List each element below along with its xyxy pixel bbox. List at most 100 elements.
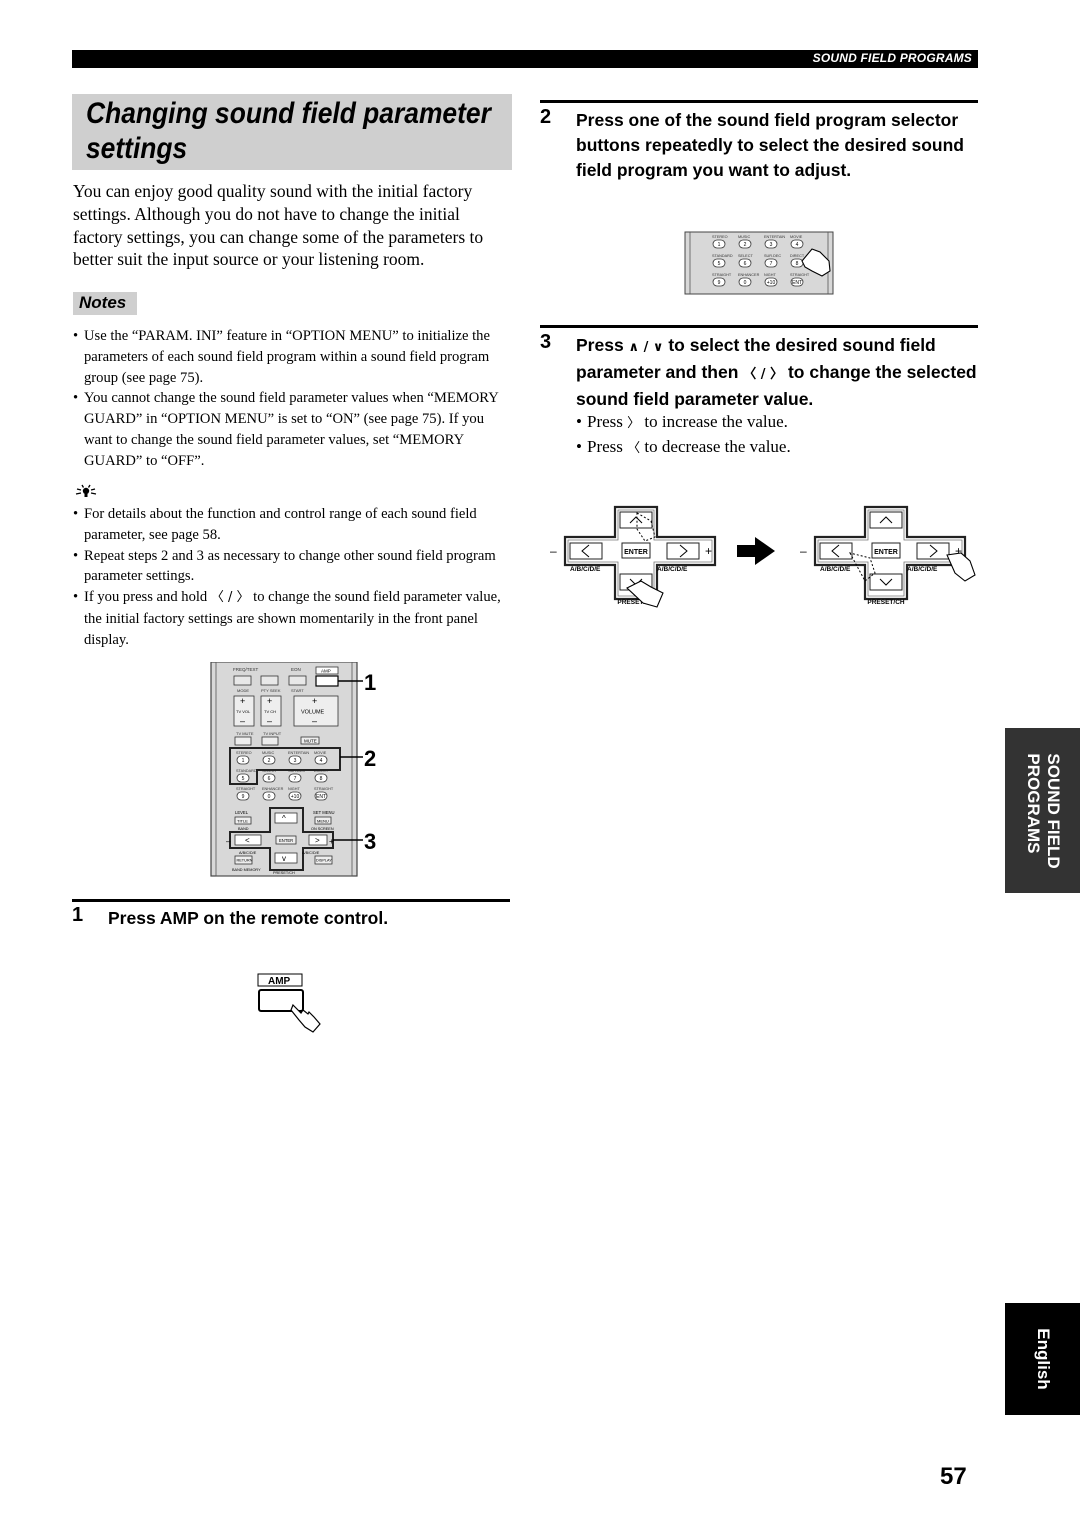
svg-text:PRESET/CH: PRESET/CH bbox=[867, 599, 905, 606]
step-2-number: 2 bbox=[540, 106, 552, 128]
program-key-label: ENT bbox=[316, 794, 326, 800]
left-button[interactable] bbox=[819, 542, 853, 560]
amp-button[interactable] bbox=[315, 675, 339, 687]
svg-text:DISPLAY: DISPLAY bbox=[316, 859, 332, 863]
amp-button-illustration: AMP bbox=[257, 973, 321, 1033]
program-key-label: 0 bbox=[744, 280, 747, 286]
remote-down-button[interactable] bbox=[274, 852, 298, 864]
svg-text:ENTER: ENTER bbox=[874, 549, 898, 556]
step-3-text: Press ∧ / ∨ to select the desired sound … bbox=[576, 335, 977, 409]
svg-text:ON SCREEN: ON SCREEN bbox=[311, 827, 334, 831]
step-3-number: 3 bbox=[540, 331, 552, 353]
svg-text:^: ^ bbox=[282, 814, 286, 823]
program-label: STEREO bbox=[712, 235, 728, 239]
program-label: STEREO bbox=[236, 751, 252, 755]
svg-text:–: – bbox=[550, 544, 557, 558]
amp-label: AMP bbox=[321, 669, 331, 674]
arrow-right-icon bbox=[737, 537, 775, 565]
program-key-label: +10 bbox=[767, 280, 776, 286]
side-tab-language[interactable]: English bbox=[1005, 1303, 1080, 1415]
up-down-chevron-icon: ∧ / ∨ bbox=[628, 340, 664, 355]
tips-list: For details about the function and contr… bbox=[73, 504, 513, 651]
page-number: 57 bbox=[940, 1463, 967, 1490]
forward-button[interactable] bbox=[288, 675, 307, 686]
notes-heading: Notes bbox=[73, 292, 137, 315]
right-button[interactable] bbox=[916, 542, 950, 560]
right-chevron-icon: 〉 bbox=[627, 416, 641, 431]
up-button[interactable] bbox=[869, 511, 903, 529]
intro-paragraph: You can enjoy good quality sound with th… bbox=[73, 181, 484, 270]
stop-button[interactable] bbox=[260, 675, 279, 686]
svg-text:BAND MEMORY: BAND MEMORY bbox=[232, 868, 261, 872]
program-key-label: 1 bbox=[718, 242, 721, 248]
program-key-label: ENT bbox=[792, 280, 802, 286]
program-key-label: 7 bbox=[770, 261, 773, 267]
bullet-increase: Press 〉 to increase the value. bbox=[576, 410, 976, 435]
program-key-label: 9 bbox=[718, 280, 721, 286]
svg-text:+: + bbox=[312, 696, 317, 706]
program-key-label: 3 bbox=[294, 758, 297, 764]
program-key-label: +10 bbox=[291, 794, 300, 800]
step-2-rule bbox=[540, 100, 978, 103]
remote-up-button[interactable] bbox=[274, 812, 298, 824]
svg-text:MENU: MENU bbox=[317, 819, 329, 824]
step-3-rule bbox=[540, 325, 978, 328]
svg-text:MODE: MODE bbox=[237, 688, 249, 693]
program-label: ENTERTAIN bbox=[288, 751, 309, 755]
up-button[interactable] bbox=[619, 511, 653, 529]
svg-text:A/B/C/D/E: A/B/C/D/E bbox=[907, 566, 938, 573]
program-label: ENTERTAIN bbox=[764, 235, 785, 239]
program-key-label: 2 bbox=[268, 758, 271, 764]
svg-text:–: – bbox=[240, 716, 245, 726]
svg-text:TV CH: TV CH bbox=[264, 709, 276, 714]
step-1-rule bbox=[72, 899, 510, 902]
program-label: STANDARD bbox=[236, 769, 257, 773]
svg-text:ENTER: ENTER bbox=[279, 838, 293, 843]
page-title-line-2: settings bbox=[86, 132, 188, 165]
program-label: STRAIGHT bbox=[314, 787, 334, 791]
program-label: STRAIGHT bbox=[712, 273, 732, 277]
section-header-bar: SOUND FIELD PROGRAMS bbox=[72, 50, 978, 68]
program-label: SELECT bbox=[738, 254, 753, 258]
svg-text:RETURN: RETURN bbox=[237, 859, 253, 863]
svg-text:–: – bbox=[800, 544, 807, 558]
callout-2: 2 bbox=[364, 746, 376, 771]
program-key-label: 6 bbox=[268, 776, 271, 782]
svg-text:ENTER: ENTER bbox=[624, 549, 648, 556]
pressing-hand-icon bbox=[946, 552, 976, 582]
right-button[interactable] bbox=[666, 542, 700, 560]
program-key-label: 7 bbox=[294, 776, 297, 782]
program-key-label: 5 bbox=[242, 776, 245, 782]
left-right-chevron-icon: 〈 / 〉 bbox=[743, 367, 784, 382]
program-key-label: 4 bbox=[320, 758, 323, 764]
notes-list: Use the “PARAM. INI” feature in “OPTION … bbox=[73, 326, 513, 472]
cursor-pad-illustration: ENTER – + A/B/C/D/E A/B/C/D/E PRESET/CH ENTER… bbox=[550, 505, 976, 608]
program-key-label: 3 bbox=[770, 242, 773, 248]
svg-text:A/B/C/D/E: A/B/C/D/E bbox=[239, 851, 257, 855]
svg-text:–: – bbox=[226, 837, 231, 846]
rewind-button[interactable] bbox=[233, 675, 252, 686]
program-label: ENHANCER bbox=[262, 787, 284, 791]
note-item: Use the “PARAM. INI” feature in “OPTION … bbox=[73, 326, 513, 388]
amp-button-label: AMP bbox=[268, 976, 291, 987]
remote-control-illustration: FREQ/TEXT EON AMP 1 MODE PTY SEEK START … bbox=[210, 662, 376, 877]
left-right-chevron-icon: 〈 / 〉 bbox=[210, 590, 250, 606]
svg-text:TV VOL: TV VOL bbox=[236, 709, 251, 714]
program-label: MUSIC bbox=[738, 235, 750, 239]
svg-text:TV INPUT: TV INPUT bbox=[263, 731, 282, 736]
side-tab-sound-field-programs[interactable]: SOUND FIELD PROGRAMS bbox=[1005, 728, 1080, 893]
pressing-hand-icon bbox=[290, 1003, 321, 1033]
program-label: DIRECT bbox=[790, 254, 805, 258]
down-button[interactable] bbox=[869, 573, 903, 591]
svg-text:–: – bbox=[312, 716, 317, 726]
program-label: MUSIC bbox=[262, 751, 274, 755]
step-3-bullets: Press 〉 to increase the value. Press 〈 t… bbox=[576, 410, 976, 460]
svg-text:TV MUTE: TV MUTE bbox=[236, 731, 254, 736]
svg-text:+: + bbox=[240, 696, 245, 706]
svg-text:START: START bbox=[291, 688, 304, 693]
program-label: SUR.DEC bbox=[764, 254, 781, 258]
left-button[interactable] bbox=[569, 542, 603, 560]
program-selector-illustration: STEREO 1 MUSIC 2 ENTERTAIN 3 MOVIE 4 STANDARD 5 SE… bbox=[684, 231, 834, 295]
svg-text:+: + bbox=[705, 544, 712, 558]
note-item: You cannot change the sound field parame… bbox=[73, 388, 513, 471]
